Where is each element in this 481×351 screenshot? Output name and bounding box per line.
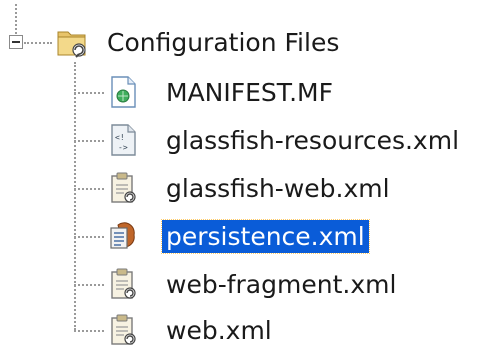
tree-node-label: Configuration Files [107,27,340,57]
tree-connector [74,330,104,332]
tree-node-label: web-fragment.xml [166,269,397,299]
tree-node-configuration-files[interactable]: Configuration Files [55,22,339,62]
descriptor-file-icon [111,314,136,345]
tree-connector [74,188,104,190]
tree-node-label: glassfish-web.xml [166,173,390,203]
tree-connector [74,284,104,286]
folder-config-icon [57,31,86,58]
persistence-file-icon [110,222,135,249]
project-tree: Configuration Files MANIFEST.MF <! -> gl… [0,0,481,351]
tree-connector [15,4,17,34]
descriptor-file-icon [111,172,136,203]
tree-node-label: glassfish-resources.xml [166,125,460,155]
tree-node-manifest[interactable]: MANIFEST.MF [106,72,337,112]
tree-node-label: web.xml [166,315,272,345]
collapse-toggle-icon[interactable] [9,35,23,49]
tree-connector [74,62,76,330]
svg-text:<!: <! [115,133,125,142]
tree-node-glassfish-resources[interactable]: <! -> glassfish-resources.xml [106,120,463,160]
tree-node-glassfish-web[interactable]: glassfish-web.xml [106,168,394,208]
tree-connector [74,236,104,238]
tree-node-web[interactable]: web.xml [106,310,276,350]
descriptor-file-icon [111,268,136,299]
tree-connector [24,42,52,44]
tree-node-label: MANIFEST.MF [166,77,333,107]
tree-node-persistence[interactable]: persistence.xml [106,216,370,256]
svg-text:->: -> [118,143,128,152]
tree-connector [74,140,104,142]
tree-node-web-fragment[interactable]: web-fragment.xml [106,264,400,304]
xml-file-icon: <! -> [111,124,136,156]
tree-connector [74,92,104,94]
manifest-file-icon [111,76,136,108]
tree-node-label: persistence.xml [161,218,370,254]
